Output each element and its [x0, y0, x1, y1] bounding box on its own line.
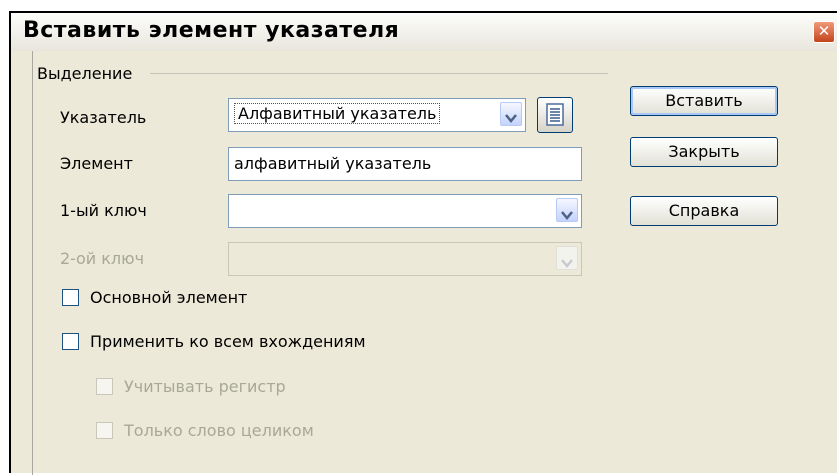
list-document-icon — [546, 103, 564, 126]
main-entry-label: Основной элемент — [90, 288, 248, 307]
chevron-down-icon — [556, 246, 578, 270]
match-case-checkbox — [96, 378, 113, 395]
key2-combobox — [228, 242, 582, 276]
title-bar[interactable]: Вставить элемент указателя ✕ — [11, 13, 837, 51]
apply-all-label: Применить ко всем вхождениям — [90, 332, 366, 351]
whole-words-checkbox — [96, 422, 113, 439]
close-button[interactable]: Закрыть — [630, 137, 778, 167]
chevron-down-icon[interactable] — [556, 198, 578, 222]
left-frame — [11, 51, 33, 475]
chevron-down-icon[interactable] — [500, 102, 522, 126]
match-case-label: Учитывать регистр — [124, 377, 286, 396]
dialog-title: Вставить элемент указателя — [23, 18, 400, 43]
new-user-index-button[interactable] — [537, 97, 573, 133]
whole-words-label: Только слово целиком — [124, 421, 314, 440]
main-entry-checkbox[interactable] — [62, 289, 79, 306]
index-select[interactable]: Алфавитный указатель — [228, 98, 526, 132]
close-icon[interactable]: ✕ — [813, 21, 835, 43]
group-divider — [150, 73, 608, 74]
index-selected-value: Алфавитный указатель — [234, 103, 441, 124]
key2-label: 2-ой ключ — [60, 249, 145, 268]
key1-combobox[interactable] — [228, 194, 582, 228]
help-button[interactable]: Справка — [630, 196, 778, 226]
insert-button[interactable]: Вставить — [630, 86, 778, 116]
apply-all-checkbox[interactable] — [62, 333, 79, 350]
entry-label: Элемент — [60, 154, 133, 173]
selection-group-legend: Выделение — [37, 64, 133, 83]
entry-input[interactable]: алфавитный указатель — [228, 147, 582, 181]
index-label: Указатель — [60, 108, 147, 127]
key1-label: 1-ый ключ — [60, 201, 147, 220]
